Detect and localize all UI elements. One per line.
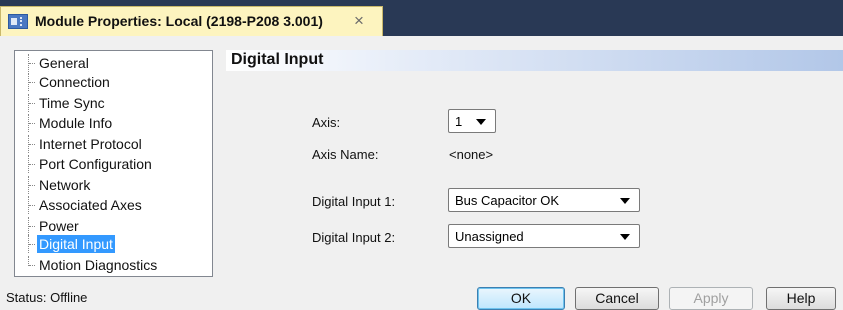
tree-item-label: Power bbox=[39, 218, 79, 234]
ok-button[interactable]: OK bbox=[477, 287, 565, 310]
axis-value: 1 bbox=[455, 114, 463, 129]
close-icon[interactable]: × bbox=[354, 11, 364, 31]
module-icon bbox=[8, 14, 28, 29]
digital-input-1-label: Digital Input 1: bbox=[312, 194, 396, 209]
digital-input-2-value: Unassigned bbox=[455, 229, 524, 244]
tree-item-label: Motion Diagnostics bbox=[39, 257, 158, 273]
module-properties-tab[interactable]: Module Properties: Local (2198-P208 3.00… bbox=[0, 6, 383, 36]
page-title: Digital Input bbox=[231, 51, 324, 68]
status-text: Status: Offline bbox=[6, 290, 88, 305]
tree-item-label: Internet Protocol bbox=[39, 136, 142, 152]
tree-item-label: Network bbox=[39, 177, 91, 193]
tree-item-label: General bbox=[39, 55, 89, 71]
apply-button[interactable]: Apply bbox=[669, 287, 753, 310]
digital-input-2-label: Digital Input 2: bbox=[312, 230, 396, 245]
tree-item-label: Associated Axes bbox=[39, 197, 142, 213]
chevron-down-icon bbox=[620, 234, 630, 240]
tab-title: Module Properties: Local (2198-P208 3.00… bbox=[35, 13, 323, 29]
axis-name-value: <none> bbox=[449, 147, 494, 162]
section-header: Digital Input bbox=[226, 50, 843, 71]
chevron-down-icon bbox=[476, 119, 486, 125]
tree-item-label: Time Sync bbox=[39, 95, 105, 111]
tree-item-label: Connection bbox=[39, 74, 110, 90]
help-button[interactable]: Help bbox=[766, 287, 836, 310]
axis-name-label: Axis Name: bbox=[312, 147, 379, 162]
cancel-button[interactable]: Cancel bbox=[575, 287, 659, 310]
digital-input-1-dropdown[interactable]: Bus Capacitor OK bbox=[448, 188, 640, 212]
tree-item-label: Module Info bbox=[39, 115, 113, 131]
tree-item-label: Digital Input bbox=[37, 235, 115, 253]
digital-input-1-value: Bus Capacitor OK bbox=[455, 193, 560, 208]
digital-input-2-dropdown[interactable]: Unassigned bbox=[448, 224, 640, 248]
axis-label: Axis: bbox=[312, 115, 341, 130]
title-bar: Module Properties: Local (2198-P208 3.00… bbox=[0, 0, 843, 36]
category-tree: General Connection Time Sync Module Info… bbox=[14, 50, 213, 277]
tree-item-label: Port Configuration bbox=[39, 156, 152, 172]
axis-dropdown[interactable]: 1 bbox=[448, 109, 496, 133]
chevron-down-icon bbox=[620, 198, 630, 204]
